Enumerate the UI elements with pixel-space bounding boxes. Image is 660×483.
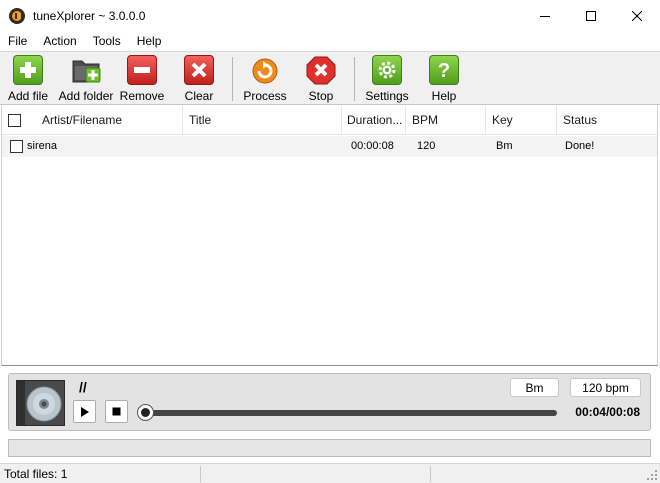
track-title: // [79,379,87,395]
window-title: tuneXplorer ~ 3.0.0.0 [33,8,146,23]
menu-action[interactable]: Action [35,31,84,51]
toolbar-separator [354,57,355,101]
column-status[interactable]: Status [557,106,657,135]
menu-tools[interactable]: Tools [85,31,129,51]
cell-artist: sirena [27,140,57,152]
svg-text:?: ? [438,60,450,81]
maximize-icon [586,10,596,21]
row-checkbox[interactable] [10,140,23,153]
table-row[interactable]: sirena 00:00:08 120 Bm Done! [2,136,657,157]
close-button[interactable] [614,0,660,31]
stop-button[interactable]: Stop [304,55,338,103]
plus-icon [13,55,43,85]
menu-bar: File Action Tools Help [0,31,660,51]
add-folder-label: Add folder [58,89,114,103]
seek-bar[interactable] [146,410,557,416]
column-artist[interactable]: Artist/Filename [36,106,183,135]
cell-bpm: 120 [417,140,436,152]
minus-icon [127,55,157,85]
column-key[interactable]: Key [486,106,557,135]
select-all-checkbox[interactable] [8,114,21,127]
play-icon [81,406,89,417]
status-bar: Total files: 1 [0,463,660,483]
toolbar: Add file Add folder Remove Clear Process… [0,51,660,105]
stop-playback-button[interactable] [105,400,128,423]
add-file-label: Add file [7,89,49,103]
title-bar: tuneXplorer ~ 3.0.0.0 [0,0,660,31]
cell-key: Bm [496,140,513,152]
clear-button[interactable]: Clear [180,55,218,103]
folder-add-icon [71,55,101,85]
resize-grip-icon[interactable] [646,469,658,481]
stop-icon [306,55,336,85]
help-button[interactable]: ? Help [427,55,461,103]
add-file-button[interactable]: Add file [6,55,50,103]
gear-icon [372,55,402,85]
help-label: Help [431,89,457,103]
status-divider [430,466,431,482]
progress-bar [8,439,651,457]
clear-label: Clear [184,89,214,103]
player-panel: // Bm 120 bpm 00:04/00:08 [8,373,651,431]
remove-label: Remove [119,89,165,103]
cell-duration: 00:00:08 [351,140,394,152]
stop-label: Stop [308,89,334,103]
cd-icon [16,380,65,426]
question-icon: ? [429,55,459,85]
window-controls [522,0,660,31]
column-title[interactable]: Title [183,106,342,135]
time-readout: 00:04/00:08 [575,405,640,419]
cell-status: Done! [565,140,595,152]
stop-square-icon [112,407,121,416]
maximize-button[interactable] [568,0,614,31]
toolbar-separator [232,57,233,101]
close-icon [632,10,642,21]
status-divider [200,466,201,482]
minimize-icon [540,15,550,17]
x-icon [184,55,214,85]
file-list[interactable]: Artist/Filename Title Duration... BPM Ke… [1,106,658,366]
settings-label: Settings [365,89,409,103]
play-button[interactable] [73,400,96,423]
total-files-status: Total files: 1 [4,467,68,481]
process-label: Process [243,89,287,103]
key-badge: Bm [510,378,559,397]
settings-button[interactable]: Settings [364,55,410,103]
minimize-button[interactable] [522,0,568,31]
menu-file[interactable]: File [0,31,35,51]
process-icon [250,55,280,85]
remove-button[interactable]: Remove [120,55,164,103]
menu-help[interactable]: Help [129,31,170,51]
column-duration[interactable]: Duration... [342,106,406,135]
process-button[interactable]: Process [243,55,287,103]
column-bpm[interactable]: BPM [406,106,486,135]
list-header: Artist/Filename Title Duration... BPM Ke… [2,106,657,135]
bpm-badge: 120 bpm [570,378,641,397]
app-logo-icon [9,7,25,24]
seek-handle[interactable] [137,404,154,421]
add-folder-button[interactable]: Add folder [59,55,113,103]
